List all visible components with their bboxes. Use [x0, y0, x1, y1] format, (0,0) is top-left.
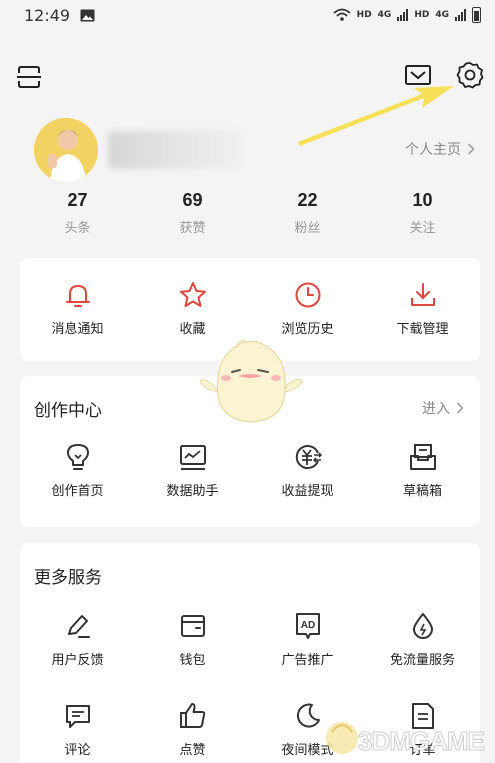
mascot-watermark-icon	[199, 340, 303, 423]
comment-icon	[65, 705, 90, 728]
image-notification-icon	[80, 9, 95, 21]
more-services-title: 更多服务	[34, 568, 102, 588]
profile-stats: 27 头条 69 获赞 22 粉丝 10 关注	[20, 190, 480, 236]
download-icon	[410, 283, 435, 306]
drafts-button[interactable]: 草稿箱	[365, 442, 480, 499]
data-free-service-label: 免流量服务	[389, 653, 455, 668]
history-label: 浏览历史	[281, 322, 334, 337]
data-assistant-label: 数据助手	[166, 484, 219, 499]
lightbulb-icon	[66, 444, 89, 470]
notifications-label: 消息通知	[51, 322, 104, 337]
wifi-icon	[333, 8, 351, 21]
stat-value: 10	[412, 190, 433, 210]
bell-icon	[65, 285, 90, 307]
settings-gear-icon[interactable]	[455, 60, 485, 90]
network-type-2: 4G	[435, 10, 449, 20]
data-assistant-button[interactable]: 数据助手	[135, 442, 250, 499]
drafts-icon	[409, 444, 436, 470]
stat-followers[interactable]: 22 粉丝	[250, 190, 365, 236]
downloads-button[interactable]: 下载管理	[365, 280, 480, 337]
stat-following[interactable]: 10 关注	[365, 190, 480, 236]
stat-headlines[interactable]: 27 头条	[20, 190, 135, 236]
stat-label: 关注	[409, 221, 436, 236]
likes-label: 点赞	[179, 743, 206, 758]
status-time: 12:49	[24, 5, 71, 25]
personal-homepage-link[interactable]: 个人主页	[405, 139, 475, 159]
services-grid-row-1: 用户反馈 钱包 AD 广告推广 免流量服务	[20, 611, 480, 668]
chevron-right-icon	[467, 143, 475, 155]
pen-icon	[67, 615, 90, 638]
status-bar: 12:49 HD 4G HD 4G	[0, 0, 495, 30]
enter-label: 进入	[422, 401, 450, 417]
data-free-service-button[interactable]: 免流量服务	[365, 611, 480, 668]
likes-button[interactable]: 点赞	[135, 701, 250, 758]
yuan-icon	[295, 445, 322, 469]
stat-value: 69	[182, 190, 203, 210]
avatar[interactable]	[34, 118, 98, 182]
ad-promotion-button[interactable]: AD 广告推广	[250, 611, 365, 668]
quick-actions-grid: 消息通知 收藏 浏览历史 下载管理	[20, 280, 480, 337]
favorites-button[interactable]: 收藏	[135, 280, 250, 337]
wallet-button[interactable]: 钱包	[135, 611, 250, 668]
creation-grid: 创作首页 数据助手 收益提现 草稿箱	[20, 442, 480, 499]
creation-home-label: 创作首页	[51, 484, 104, 499]
svg-text:AD: AD	[300, 620, 314, 631]
stat-value: 27	[67, 190, 88, 210]
drafts-label: 草稿箱	[402, 484, 442, 499]
creation-center-enter-link[interactable]: 进入	[422, 398, 464, 418]
thumbs-up-icon	[179, 703, 205, 728]
avatar-person-icon	[34, 118, 98, 182]
wallet-label: 钱包	[179, 653, 206, 668]
creation-center-title: 创作中心	[34, 401, 102, 421]
clock-icon	[295, 282, 320, 308]
signal-icon-1	[397, 9, 409, 21]
stat-label: 粉丝	[294, 221, 321, 236]
earnings-withdraw-label: 收益提现	[281, 484, 334, 499]
hd-label-2: HD	[414, 10, 430, 20]
chart-icon	[179, 445, 206, 470]
comments-label: 评论	[64, 743, 91, 758]
stat-label: 获赞	[179, 221, 206, 236]
history-button[interactable]: 浏览历史	[250, 280, 365, 337]
ad-promotion-label: 广告推广	[281, 653, 334, 668]
personal-homepage-label: 个人主页	[405, 142, 461, 158]
creation-home-button[interactable]: 创作首页	[20, 442, 135, 499]
network-type-1: 4G	[377, 10, 392, 20]
battery-icon	[472, 7, 481, 23]
feedback-button[interactable]: 用户反馈	[20, 611, 135, 668]
username-blurred	[108, 131, 243, 169]
star-icon	[179, 282, 206, 307]
stat-label: 头条	[64, 221, 91, 236]
ad-icon: AD	[295, 613, 320, 639]
chevron-right-icon	[456, 402, 464, 414]
feedback-label: 用户反馈	[51, 653, 104, 668]
hd-label-1: HD	[356, 10, 372, 20]
wallet-icon	[180, 615, 205, 637]
notifications-button[interactable]: 消息通知	[20, 280, 135, 337]
earnings-withdraw-button[interactable]: 收益提现	[250, 442, 365, 499]
signal-icon-2	[455, 9, 466, 21]
scan-icon[interactable]	[14, 62, 44, 92]
drop-icon	[412, 613, 433, 639]
downloads-label: 下载管理	[396, 322, 449, 337]
profile-header: 个人主页	[0, 115, 495, 185]
stat-value: 22	[297, 190, 318, 210]
stat-likes[interactable]: 69 获赞	[135, 190, 250, 236]
favorites-label: 收藏	[179, 322, 206, 337]
watermark-text: 3DMGAME	[358, 726, 486, 757]
comments-button[interactable]: 评论	[20, 701, 135, 758]
